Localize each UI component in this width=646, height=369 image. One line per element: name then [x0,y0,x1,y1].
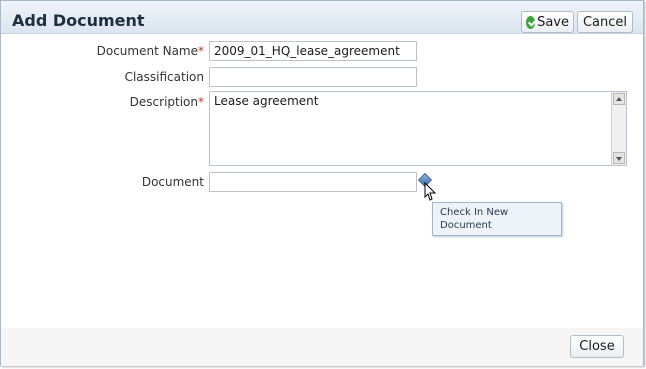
description-value: Lease agreement [214,94,319,108]
dialog-titlebar: Add Document Save Cancel [1,1,643,34]
save-button-label: Save [537,14,569,30]
close-button[interactable]: Close [570,335,624,358]
check-in-tooltip: Check In New Document [432,202,562,236]
document-name-label: Document Name* [44,44,204,58]
document-label: Document [44,175,204,189]
description-textarea[interactable]: Lease agreement [209,91,627,166]
required-mark: * [198,44,204,58]
classification-label: Classification [44,70,204,84]
document-name-input[interactable]: 2009_01_HQ_lease_agreement [209,41,417,61]
hand-pointer-icon [424,182,437,201]
cancel-button[interactable]: Cancel [577,11,633,33]
description-label-text: Description [129,95,198,109]
description-scrollbar[interactable] [611,92,626,165]
document-label-text: Document [141,175,204,189]
save-button[interactable]: Save [521,11,574,33]
required-mark: * [198,95,204,109]
cancel-button-label: Cancel [582,14,628,30]
classification-label-text: Classification [124,70,204,84]
dialog-title: Add Document [12,11,145,30]
check-circle-icon [526,15,536,29]
scroll-down-arrow-icon[interactable] [613,152,625,164]
dialog-footer [1,328,643,366]
description-label: Description* [44,95,204,109]
document-name-label-text: Document Name [96,44,198,58]
document-input[interactable] [209,172,417,192]
scroll-up-arrow-icon[interactable] [613,93,625,105]
add-document-dialog: Add Document Save Cancel Document Name* … [0,0,644,366]
classification-input[interactable] [209,67,417,87]
close-button-label: Close [579,339,615,354]
